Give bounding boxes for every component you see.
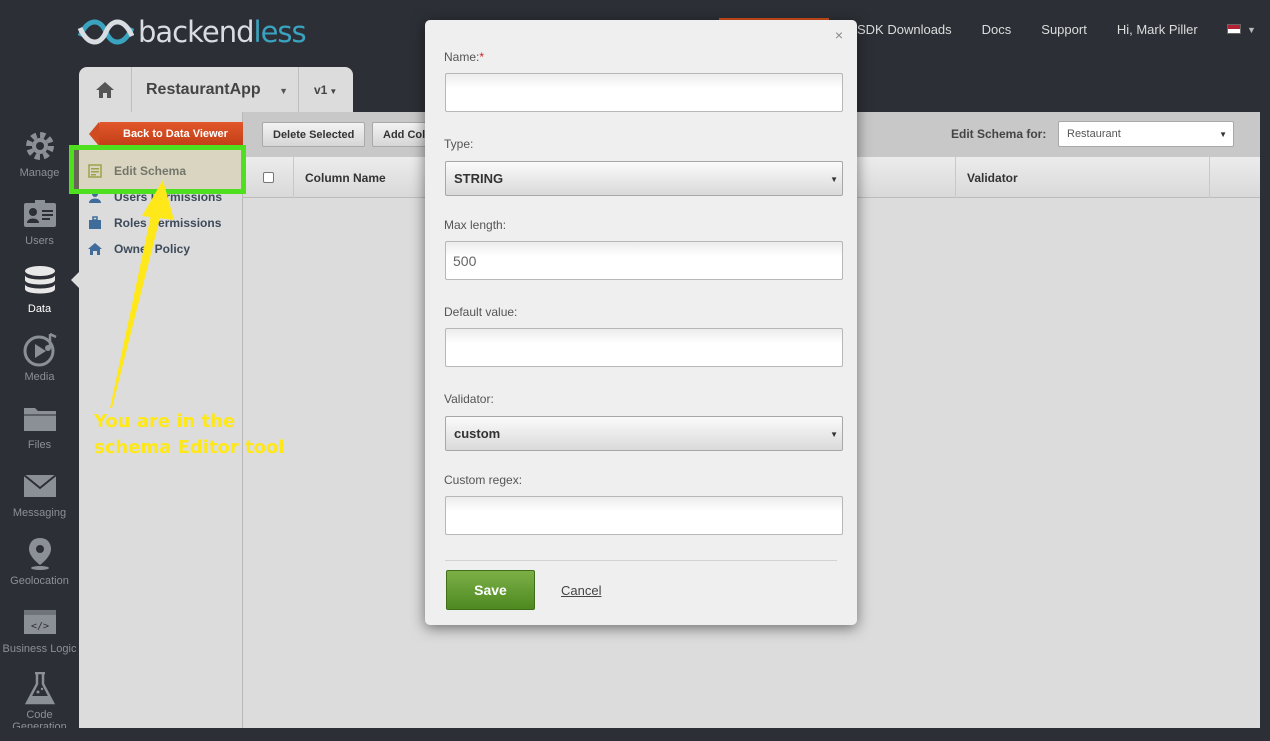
sidebar-item-users[interactable]: Users xyxy=(0,188,79,256)
sidebar-label-geolocation: Geolocation xyxy=(10,575,69,587)
close-icon[interactable]: × xyxy=(835,27,843,43)
annotation-text: You are in the schema Editor tool xyxy=(94,409,285,461)
chevron-down-icon: ▼ xyxy=(830,175,838,184)
version-label: v1 xyxy=(314,83,328,97)
sidebar-item-geolocation[interactable]: Geolocation xyxy=(0,528,79,596)
version-selector[interactable]: v1 ▼ xyxy=(299,83,337,97)
back-to-data-viewer-button[interactable]: Back to Data Viewer xyxy=(89,122,244,146)
home-icon xyxy=(96,82,114,98)
type-select-value: STRING xyxy=(454,171,504,186)
map-pin-icon xyxy=(28,538,51,570)
docs-link[interactable]: Docs xyxy=(982,22,1012,37)
user-greeting: Hi, Mark Piller xyxy=(1116,22,1198,37)
delete-selected-button[interactable]: Delete Selected xyxy=(262,122,366,147)
annotation-line-1: You are in the xyxy=(94,411,236,432)
sidebar-label-media: Media xyxy=(24,371,55,383)
type-label: Type: xyxy=(444,137,474,151)
add-column-button[interactable]: Add Col xyxy=(372,122,432,147)
sidebar-label-manage: Manage xyxy=(19,167,60,179)
name-input[interactable] xyxy=(445,73,843,112)
custom-regex-label: Custom regex: xyxy=(444,473,523,487)
schema-table-select[interactable]: Restaurant ▼ xyxy=(1058,121,1234,147)
sidebar-item-media[interactable]: Media xyxy=(0,324,79,392)
modal-divider xyxy=(445,560,837,561)
chevron-down-icon: ▼ xyxy=(1219,130,1227,139)
backendless-logo[interactable]: backendless xyxy=(76,14,307,50)
flask-icon xyxy=(24,672,55,705)
default-value-label: Default value: xyxy=(444,305,518,319)
sdk-downloads-link[interactable]: SDK Downloads xyxy=(857,22,952,37)
type-select[interactable]: STRING ▼ xyxy=(445,161,843,196)
gear-icon xyxy=(25,132,54,160)
default-value-input[interactable] xyxy=(445,328,843,367)
database-icon xyxy=(24,266,55,294)
chevron-down-icon: ▼ xyxy=(830,430,838,439)
chevron-down-icon[interactable]: ▼ xyxy=(1247,25,1256,35)
envelope-icon xyxy=(22,474,57,497)
name-label-text: Name: xyxy=(444,50,480,64)
add-column-dialog: × Name:* Type: STRING ▼ Max length: 500 … xyxy=(425,20,857,625)
sidebar-label-data: Data xyxy=(27,303,52,315)
app-tabs: RestaurantApp ▼ v1 ▼ xyxy=(79,67,353,113)
sidebar-item-files[interactable]: Files xyxy=(0,392,79,460)
chevron-down-icon: ▼ xyxy=(279,86,288,96)
sidebar-item-manage[interactable]: Manage xyxy=(0,120,79,188)
logo-text-a: backend xyxy=(138,15,255,49)
cancel-link[interactable]: Cancel xyxy=(561,583,601,598)
select-all-checkbox[interactable] xyxy=(263,172,274,183)
column-header-extra xyxy=(1209,157,1260,198)
sidebar-item-business-logic[interactable]: </> Business Logic xyxy=(0,596,79,664)
chevron-down-icon: ▼ xyxy=(329,87,338,96)
logo-wave-icon xyxy=(77,19,134,45)
sidebar-label-files: Files xyxy=(27,439,52,451)
active-pointer xyxy=(71,272,79,288)
app-selector[interactable]: RestaurantApp ▼ xyxy=(132,67,299,113)
logo-text-b: less xyxy=(253,15,307,49)
media-icon xyxy=(23,332,57,367)
validator-select-value: custom xyxy=(454,426,501,441)
bottom-bar xyxy=(0,728,1270,741)
folder-icon xyxy=(23,408,56,431)
sidebar-item-code-generation[interactable]: Code Generation xyxy=(0,664,79,733)
schema-for-label: Edit Schema for: xyxy=(951,127,1047,141)
sidebar-label-business-logic: Business Logic xyxy=(2,643,77,655)
top-navigation: SDK Downloads Docs Support Hi, Mark Pill… xyxy=(857,22,1270,37)
main-sidebar: Manage Users Data Media Files Messaging … xyxy=(0,120,79,733)
users-icon xyxy=(23,200,56,227)
annotation-arrow-icon xyxy=(110,180,174,408)
sidebar-label-messaging: Messaging xyxy=(12,507,67,519)
annotation-line-2: schema Editor tool xyxy=(94,437,285,458)
code-icon: </> xyxy=(23,610,56,634)
required-mark: * xyxy=(479,50,485,64)
us-flag-icon[interactable] xyxy=(1227,24,1241,34)
validator-select[interactable]: custom ▼ xyxy=(445,416,843,451)
max-length-input[interactable]: 500 xyxy=(445,241,843,280)
sidebar-item-data[interactable]: Data xyxy=(0,256,79,324)
max-length-label: Max length: xyxy=(444,218,507,232)
app-name: RestaurantApp xyxy=(146,81,261,98)
sidebar-label-users: Users xyxy=(25,235,54,247)
support-link[interactable]: Support xyxy=(1041,22,1087,37)
schema-table-value: Restaurant xyxy=(1067,128,1121,140)
column-header-validator[interactable]: Validator xyxy=(955,157,1209,198)
home-tab[interactable] xyxy=(79,67,132,113)
validator-label: Validator: xyxy=(444,392,494,406)
save-button[interactable]: Save xyxy=(446,570,535,610)
sidebar-item-messaging[interactable]: Messaging xyxy=(0,460,79,528)
custom-regex-input[interactable] xyxy=(445,496,843,535)
name-label: Name:* xyxy=(444,50,484,64)
svg-text:</>: </> xyxy=(30,621,48,632)
